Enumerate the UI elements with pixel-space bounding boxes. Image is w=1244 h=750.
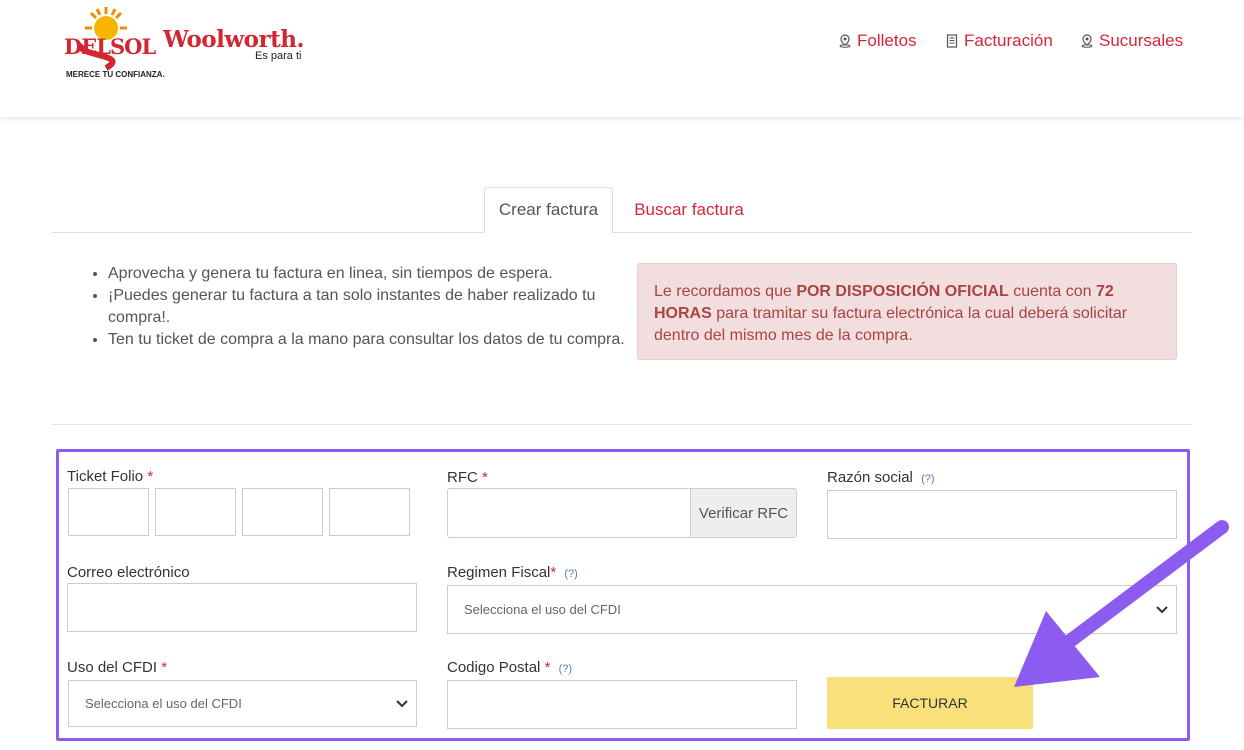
- ticket-folio-input-1[interactable]: [68, 488, 149, 536]
- email-field[interactable]: [67, 583, 417, 632]
- alert-text-pre: Le recordamos que: [654, 283, 797, 300]
- help-icon[interactable]: (?): [559, 663, 572, 675]
- required-mark: *: [482, 469, 488, 486]
- uso-cfdi-label: Uso del CFDI *: [67, 659, 167, 676]
- rfc-input[interactable]: [447, 488, 691, 538]
- required-mark: *: [544, 659, 551, 676]
- regimen-fiscal-select-value: Selecciona el uso del CFDI: [464, 602, 621, 617]
- ticket-folio-label-text: Ticket Folio: [67, 468, 144, 485]
- nav-folletos-label: Folletos: [857, 31, 917, 50]
- chevron-down-icon: [396, 699, 408, 707]
- facturar-button[interactable]: FACTURAR: [827, 677, 1033, 729]
- required-mark: *: [147, 468, 154, 485]
- map-pin-icon: [839, 34, 851, 48]
- info-item: Aprovecha y genera tu factura en linea, …: [108, 263, 648, 285]
- alert-bold-official: POR DISPOSICIÓN OFICIAL: [796, 283, 1009, 300]
- help-icon[interactable]: (?): [564, 568, 577, 580]
- uso-cfdi-select[interactable]: Selecciona el uso del CFDI: [68, 680, 417, 727]
- razon-social-label: Razón social (?): [827, 469, 935, 486]
- ticket-folio-input-4[interactable]: [329, 488, 410, 536]
- rfc-label-text: RFC: [447, 469, 478, 486]
- verify-rfc-button[interactable]: Verificar RFC: [690, 488, 797, 538]
- uso-cfdi-select-value: Selecciona el uso del CFDI: [85, 696, 242, 711]
- section-divider: [52, 424, 1192, 425]
- codigo-postal-input[interactable]: [447, 680, 797, 729]
- tab-buscar-factura[interactable]: Buscar factura: [622, 187, 756, 232]
- uso-cfdi-label-text: Uso del CFDI: [67, 659, 158, 676]
- codigo-postal-label-text: Codigo Postal: [447, 659, 541, 676]
- nav-sucursales-label: Sucursales: [1099, 31, 1184, 50]
- map-pin-icon: [1081, 34, 1093, 48]
- nav-folletos[interactable]: Folletos: [838, 31, 917, 51]
- alert-text-mid: cuenta con: [1008, 283, 1096, 300]
- info-item: Ten tu ticket de compra a la mano para c…: [108, 329, 648, 351]
- alert-text-post: para tramitar su factura electrónica la …: [654, 305, 1128, 344]
- nav-sucursales[interactable]: Sucursales: [1080, 31, 1183, 51]
- info-list: Aprovecha y genera tu factura en linea, …: [86, 263, 648, 351]
- regimen-fiscal-select[interactable]: Selecciona el uso del CFDI: [447, 585, 1177, 634]
- required-mark: *: [161, 659, 168, 676]
- delsol-logo-tagline: MERECE TU CONFIANZA.: [66, 70, 165, 79]
- nav-facturacion-label: Facturación: [964, 31, 1053, 50]
- regimen-fiscal-label: Regimen Fiscal* (?): [447, 564, 578, 581]
- codigo-postal-label: Codigo Postal * (?): [447, 659, 572, 676]
- deadline-alert: Le recordamos que POR DISPOSICIÓN OFICIA…: [637, 263, 1177, 360]
- help-icon[interactable]: (?): [921, 473, 934, 485]
- ticket-folio-label: Ticket Folio *: [67, 468, 153, 485]
- nav-facturacion[interactable]: Facturación: [945, 31, 1053, 51]
- razon-social-input[interactable]: [827, 490, 1177, 539]
- required-mark: *: [550, 564, 557, 581]
- info-item: ¡Puedes generar tu factura a tan solo in…: [108, 285, 648, 329]
- document-icon: [946, 34, 958, 48]
- main-nav: Folletos Facturación Sucursales: [0, 31, 1244, 55]
- tabs-divider: [52, 232, 1192, 233]
- razon-social-label-text: Razón social: [827, 469, 913, 486]
- ticket-folio-input-3[interactable]: [242, 488, 323, 536]
- correo-label: Correo electrónico: [67, 564, 190, 581]
- ticket-folio-input-2[interactable]: [155, 488, 236, 536]
- regimen-fiscal-label-text: Regimen Fiscal: [447, 564, 551, 581]
- site-header: DELSOL MERECE TU CONFIANZA. Woolworth. E…: [0, 0, 1244, 117]
- chevron-down-icon: [1156, 605, 1168, 613]
- tab-crear-factura[interactable]: Crear factura: [484, 187, 613, 233]
- rfc-label: RFC *: [447, 469, 488, 486]
